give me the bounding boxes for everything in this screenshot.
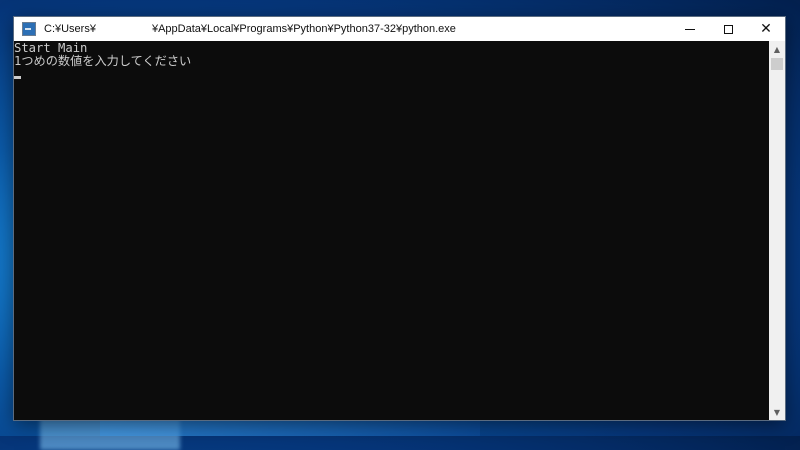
scroll-down-icon[interactable]: ▼ — [769, 404, 785, 420]
maximize-button[interactable] — [709, 17, 747, 41]
console-line: 1つめの数値を入力してください — [14, 54, 192, 68]
window-title-user-path: C:¥Users¥ — [44, 23, 96, 35]
console-window[interactable]: C:¥Users¥ ¥AppData¥Local¥Programs¥Python… — [14, 17, 785, 420]
close-icon: ✕ — [760, 21, 772, 37]
minimize-button[interactable] — [671, 17, 709, 41]
vertical-scrollbar[interactable]: ▲ ▼ — [769, 41, 785, 420]
close-button[interactable]: ✕ — [747, 17, 785, 41]
python-app-icon[interactable] — [22, 22, 36, 36]
maximize-icon — [723, 24, 733, 34]
scroll-up-icon[interactable]: ▲ — [769, 41, 785, 57]
text-cursor — [14, 76, 21, 79]
title-bar[interactable]: C:¥Users¥ ¥AppData¥Local¥Programs¥Python… — [14, 17, 785, 41]
window-controls: ✕ — [671, 17, 785, 41]
console-output[interactable]: Start Main 1つめの数値を入力してください — [14, 41, 769, 420]
scroll-thumb[interactable] — [771, 58, 783, 70]
minimize-icon — [685, 28, 695, 30]
window-title-exe-path: ¥AppData¥Local¥Programs¥Python¥Python37-… — [151, 23, 456, 35]
